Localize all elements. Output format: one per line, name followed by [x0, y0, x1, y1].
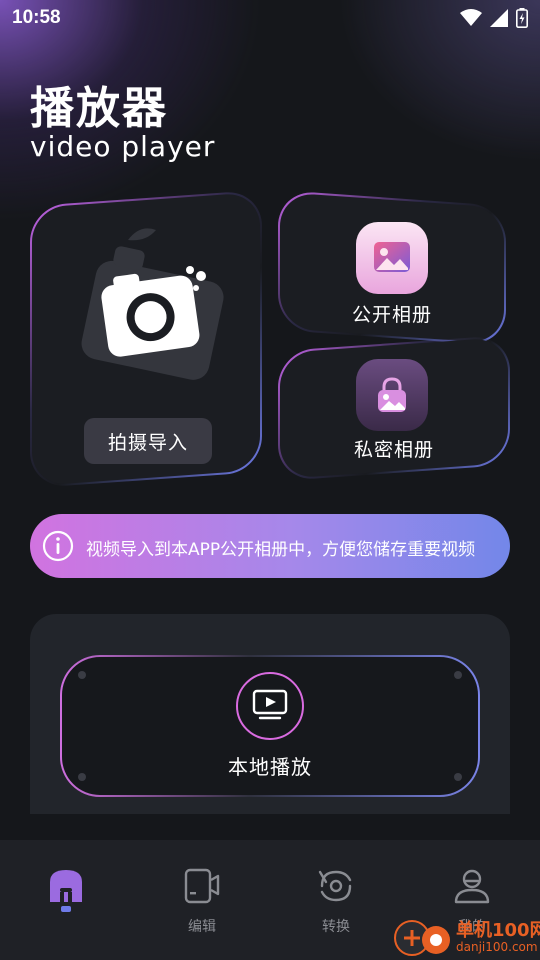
- private-album-card[interactable]: 私密相册: [278, 334, 510, 482]
- watermark-subtext: danji100.com: [456, 940, 538, 954]
- signal-icon: [490, 9, 508, 27]
- nav-item-home[interactable]: [26, 866, 106, 922]
- info-banner-text: 视频导入到本APP公开相册中，方便您储存重要视频: [86, 540, 476, 560]
- camera-icon: [81, 228, 224, 380]
- capture-import-button[interactable]: 拍摄导入: [84, 418, 212, 464]
- public-album-card[interactable]: 公开相册: [278, 190, 506, 346]
- picture-icon: [356, 222, 428, 294]
- watermark: 单机100网 danji100.com: [388, 914, 540, 960]
- wifi-icon: [460, 9, 482, 26]
- local-play-card[interactable]: 本地播放: [60, 655, 480, 797]
- status-time: 10:58: [12, 7, 61, 28]
- battery-charging-icon: [516, 8, 528, 28]
- public-album-label: 公开相册: [351, 304, 432, 326]
- app-subtitle: video player: [30, 130, 216, 163]
- video-play-icon: [236, 672, 304, 740]
- info-icon: [42, 530, 74, 562]
- convert-icon: [318, 870, 352, 902]
- nav-label-convert: 转换: [322, 919, 350, 935]
- nav-item-edit[interactable]: 编辑: [162, 866, 242, 936]
- status-bar: 10:58: [0, 0, 540, 36]
- nav-label-edit: 编辑: [188, 919, 216, 935]
- watermark-text: 单机100网: [456, 920, 540, 941]
- profile-icon: [454, 869, 490, 904]
- video-edit-icon: [184, 868, 220, 904]
- app-title: 播放器: [30, 83, 168, 134]
- corner-dot: [454, 671, 462, 679]
- capture-import-card[interactable]: 拍摄导入: [30, 189, 262, 489]
- corner-dot: [78, 671, 86, 679]
- info-banner: 视频导入到本APP公开相册中，方便您储存重要视频: [30, 514, 510, 578]
- local-play-label: 本地播放: [228, 755, 312, 779]
- home-icon: [50, 870, 82, 912]
- nav-item-convert[interactable]: 转换: [296, 866, 376, 936]
- status-icons: [460, 8, 528, 28]
- watermark-logo-icon: [394, 920, 450, 956]
- locked-picture-icon: [356, 359, 428, 431]
- private-album-label: 私密相册: [353, 439, 434, 461]
